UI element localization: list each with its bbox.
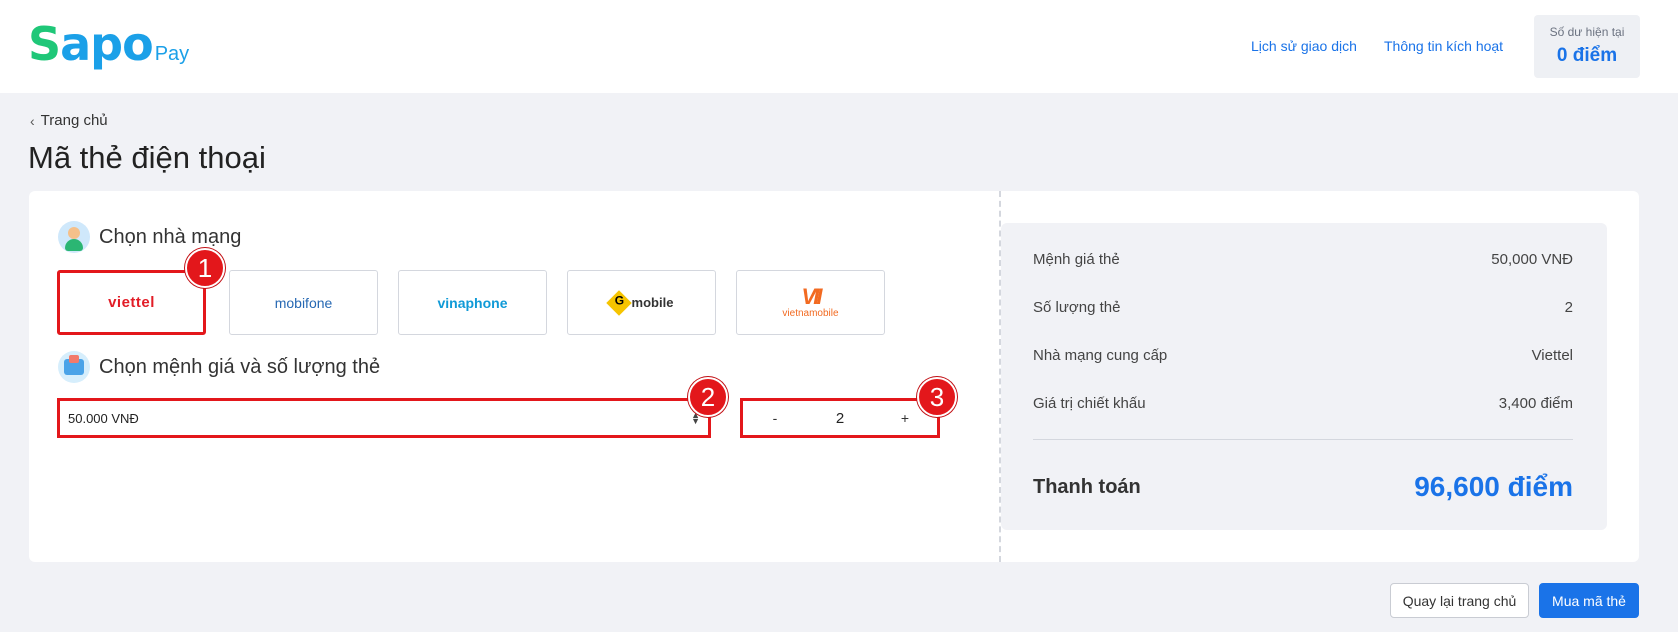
total-value: 96,600 điểm [1414, 471, 1573, 502]
summary-label: Mệnh giá thẻ [1033, 251, 1120, 268]
gmobile-badge-icon [605, 289, 632, 316]
carrier-section-header: Chọn nhà mạng [58, 221, 241, 253]
quantity-decrease-button[interactable]: - [743, 410, 807, 426]
summary-label: Số lượng thẻ [1033, 299, 1121, 316]
quantity-stepper[interactable]: - 2 + [740, 398, 940, 438]
denomination-select[interactable]: 50.000 VNĐ ▲ ▼ [57, 398, 711, 438]
vinaphone-logo: vinaphone [437, 294, 508, 311]
logo-s: S [28, 17, 61, 71]
wallet-icon [58, 351, 90, 383]
summary-row: Số lượng thẻ 2 [1033, 299, 1573, 316]
buy-card-button[interactable]: Mua mã thẻ [1539, 583, 1639, 618]
summary-label: Giá trị chiết khấu [1033, 395, 1146, 412]
summary-value: 3,400 điểm [1498, 395, 1573, 412]
denomination-value: 50.000 VNĐ [68, 410, 139, 426]
vietnamobile-logo: vietnamobile [782, 308, 839, 319]
breadcrumb[interactable]: ‹ Trang chủ [30, 112, 108, 129]
vietnamobile-mark-icon: VII [801, 284, 823, 309]
gmobile-logo: mobile [631, 295, 674, 310]
summary-divider [1033, 439, 1573, 440]
summary-row: Mệnh giá thẻ 50,000 VNĐ [1033, 251, 1573, 268]
order-summary: Mệnh giá thẻ 50,000 VNĐ Số lượng thẻ 2 N… [1001, 223, 1607, 530]
balance-box: Số dư hiện tại 0 điểm [1534, 15, 1640, 78]
amount-section-title: Chọn mệnh giá và số lượng thẻ [99, 355, 381, 378]
carrier-viettel[interactable]: viettel [57, 270, 206, 335]
summary-value: 2 [1564, 299, 1573, 316]
mobifone-logo: mobifone [274, 294, 333, 311]
nav-transaction-history[interactable]: Lịch sử giao dịch [1251, 38, 1357, 54]
summary-label: Nhà mạng cung cấp [1033, 347, 1168, 364]
carrier-vietnamobile[interactable]: VII vietnamobile [736, 270, 885, 335]
viettel-logo: viettel [108, 294, 155, 311]
back-home-button[interactable]: Quay lại trang chủ [1390, 583, 1529, 618]
chevron-left-icon: ‹ [30, 112, 35, 129]
total-label: Thanh toán [1033, 475, 1141, 498]
annotation-marker-2: 2 [688, 377, 728, 417]
summary-value: Viettel [1531, 347, 1573, 364]
operator-icon [58, 221, 90, 253]
amount-section-header: Chọn mệnh giá và số lượng thẻ [58, 351, 380, 383]
carrier-section-title: Chọn nhà mạng [99, 225, 242, 248]
balance-value: 0 điểm [1556, 45, 1618, 66]
breadcrumb-home-label: Trang chủ [40, 112, 108, 129]
summary-total-row: Thanh toán 96,600 điểm [1033, 471, 1573, 503]
quantity-value[interactable]: 2 [807, 410, 873, 427]
summary-row: Nhà mạng cung cấp Viettel [1033, 347, 1573, 364]
carrier-mobifone[interactable]: mobifone [229, 270, 378, 335]
sapo-pay-logo[interactable]: Sapo Pay [28, 20, 189, 68]
nav-activation-info[interactable]: Thông tin kích hoạt [1384, 38, 1503, 54]
carrier-vinaphone[interactable]: vinaphone [398, 270, 547, 335]
summary-row: Giá trị chiết khấu 3,400 điểm [1033, 395, 1573, 412]
balance-label: Số dư hiện tại [1549, 25, 1625, 39]
annotation-marker-3: 3 [917, 377, 957, 417]
page-title: Mã thẻ điện thoại [28, 140, 266, 175]
summary-value: 50,000 VNĐ [1491, 251, 1573, 268]
top-header: Sapo Pay Lịch sử giao dịch Thông tin kíc… [0, 0, 1678, 93]
logo-apo: apo [60, 17, 154, 71]
annotation-marker-1: 1 [185, 248, 225, 288]
logo-pay: Pay [154, 43, 190, 65]
carrier-gmobile[interactable]: mobile [567, 270, 716, 335]
